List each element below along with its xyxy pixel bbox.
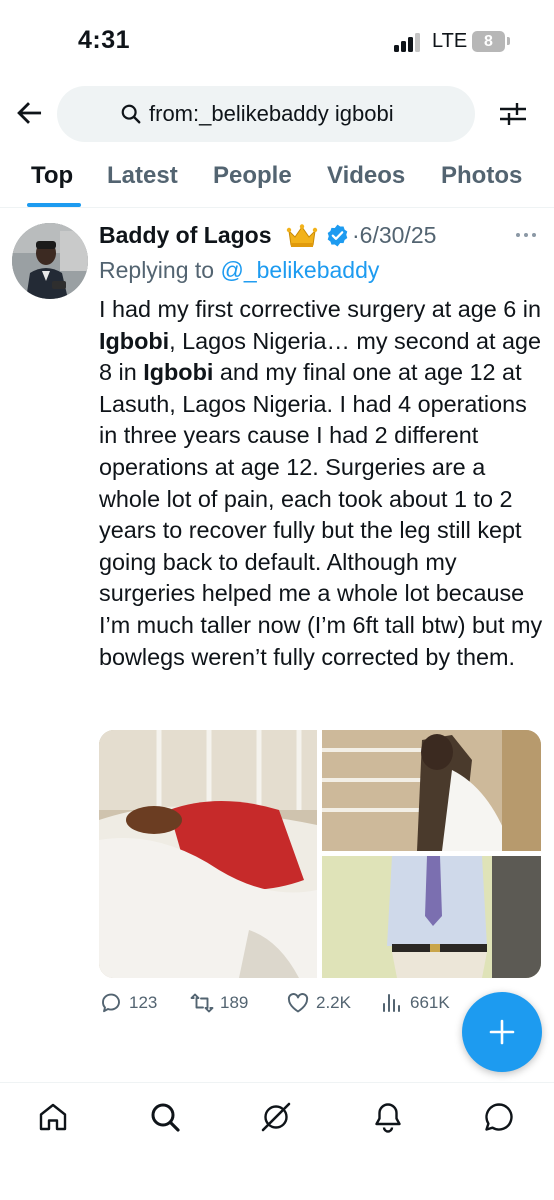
tweet-text: I had my first corrective surgery at age…: [99, 294, 544, 673]
notifications-icon: [375, 1103, 401, 1133]
filter-button[interactable]: [498, 99, 528, 129]
hospital-bed-photo: [99, 730, 317, 978]
tweet-text-bold: Igbobi: [99, 327, 170, 354]
tab-top[interactable]: Top: [31, 162, 73, 190]
verified-badge-icon: [327, 224, 348, 247]
network-type: LTE: [432, 30, 468, 52]
tweet-photo-2[interactable]: [322, 730, 541, 851]
battery-cap: [507, 37, 510, 45]
status-bar: 4:31 LTE 8: [0, 0, 554, 80]
search-tabs: Top Latest People Videos Photos: [0, 150, 554, 208]
home-icon: [39, 1103, 67, 1131]
tab-people[interactable]: People: [213, 162, 292, 190]
back-button[interactable]: [12, 96, 46, 130]
more-options-icon[interactable]: [513, 224, 539, 246]
compose-button[interactable]: [462, 992, 542, 1072]
nav-grok[interactable]: [259, 1100, 293, 1134]
tweet-date[interactable]: ·6/30/25: [352, 222, 436, 249]
tweet-text-bold: Igbobi: [143, 359, 214, 386]
plus-icon: [489, 1019, 515, 1045]
sliders-icon: [500, 103, 526, 125]
bottom-navigation: [0, 1082, 554, 1200]
nav-home[interactable]: [36, 1100, 70, 1134]
tweet-photo-1[interactable]: [99, 730, 317, 978]
reply-icon: [102, 993, 120, 1013]
search-icon: [151, 1103, 180, 1132]
nav-search[interactable]: [148, 1100, 182, 1134]
replying-to: Replying to @_belikebaddy: [99, 257, 379, 284]
tweet-text-segment: I had my first corrective surgery at age…: [99, 296, 542, 322]
tweet-photo-3[interactable]: [322, 856, 541, 978]
messages-icon: [485, 1103, 513, 1131]
grok-icon: [261, 1102, 291, 1132]
nav-messages[interactable]: [482, 1100, 516, 1134]
tweet-media-grid: [99, 730, 541, 978]
repost-count: 189: [220, 993, 249, 1012]
man-standing-photo: [322, 856, 541, 978]
crown-icon: [286, 224, 318, 247]
search-icon: [121, 104, 141, 124]
views-chart-icon: [383, 994, 400, 1012]
replying-to-handle[interactable]: @_belikebaddy: [220, 257, 379, 283]
nav-notifications[interactable]: [371, 1100, 405, 1134]
author-name[interactable]: Baddy of Lagos: [99, 222, 272, 249]
tab-photos[interactable]: Photos: [441, 162, 522, 190]
active-tab-indicator: [27, 203, 81, 207]
reply-count: 123: [129, 993, 158, 1012]
date-value: 6/30/25: [359, 222, 437, 248]
tweet-text-segment: and my final one at age 12 at Lasuth, La…: [99, 359, 543, 670]
tab-latest[interactable]: Latest: [107, 162, 178, 190]
avatar-photo: [12, 223, 88, 299]
tab-videos[interactable]: Videos: [327, 162, 405, 190]
search-input[interactable]: from:_belikebaddy igbobi: [57, 86, 475, 142]
arrow-left-icon: [17, 102, 42, 124]
like-count: 2.2K: [316, 993, 351, 1012]
search-query: from:_belikebaddy igbobi: [149, 101, 394, 126]
battery-icon: 8: [472, 31, 505, 52]
status-time: 4:31: [78, 26, 131, 54]
hospital-crib-photo: [322, 730, 541, 851]
heart-icon: [287, 993, 309, 1013]
replying-to-label: Replying to: [99, 257, 215, 283]
avatar[interactable]: [12, 223, 88, 299]
date-separator: ·: [352, 222, 360, 248]
view-count: 661K: [410, 993, 450, 1012]
cellular-signal-icon: [394, 32, 424, 52]
repost-icon: [190, 993, 214, 1013]
